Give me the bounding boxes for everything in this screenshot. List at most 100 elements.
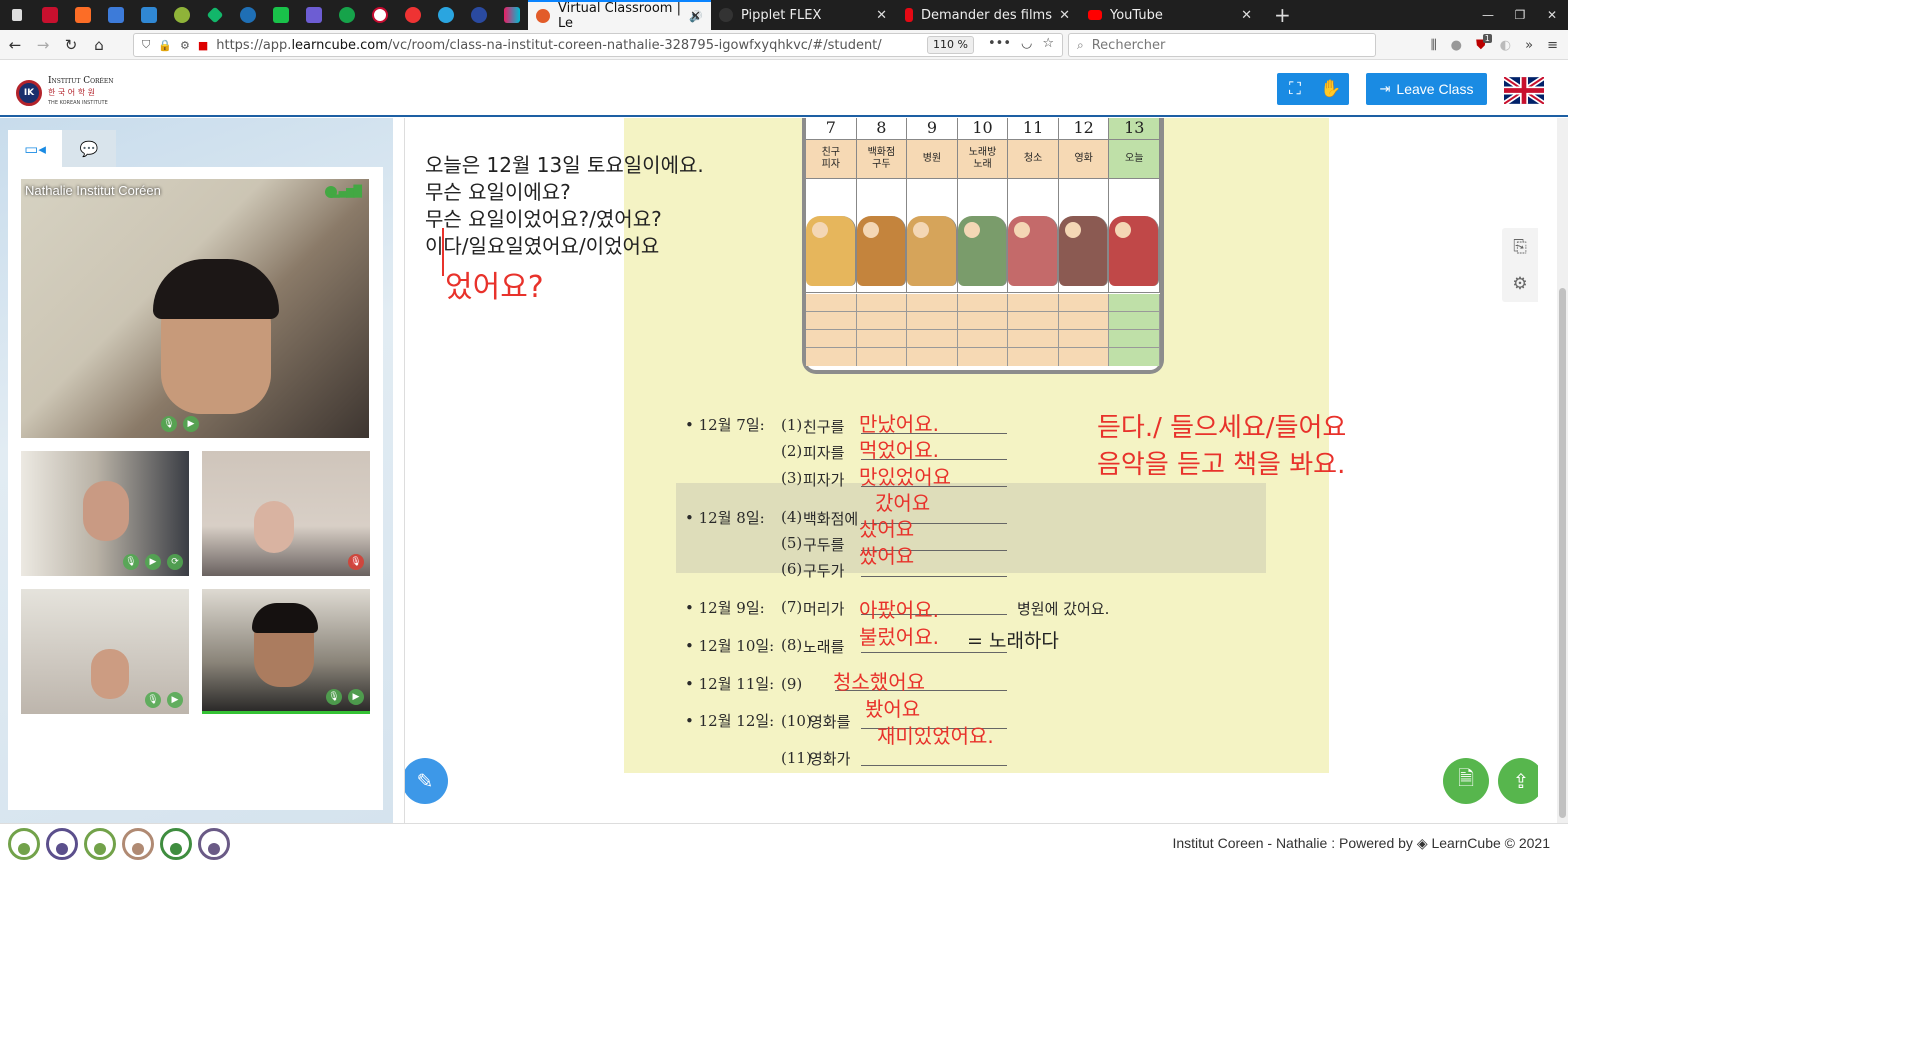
- pipplet-favicon-icon: [719, 8, 733, 22]
- ublock-icon[interactable]: ⛊ 1: [1476, 33, 1492, 53]
- character-figure: [806, 216, 856, 286]
- student-video[interactable]: 🎙▶: [202, 451, 370, 576]
- more-icon[interactable]: •••: [988, 36, 1011, 51]
- close-tab-icon[interactable]: ✕: [876, 8, 887, 23]
- page-scrollbar[interactable]: [1557, 118, 1568, 823]
- permissions-icon[interactable]: ⚙: [180, 39, 190, 52]
- participant-avatar[interactable]: [46, 828, 78, 860]
- search-box[interactable]: ⌕ Rechercher: [1068, 33, 1376, 57]
- exercise-date: • 12월 10일:: [685, 637, 775, 655]
- close-tab-icon[interactable]: ✕: [1059, 8, 1070, 23]
- microphone-icon[interactable]: 🎙: [161, 416, 177, 432]
- pinned-tab[interactable]: [396, 0, 429, 30]
- tab-netflix[interactable]: Demander des films ou d ✕: [897, 0, 1080, 30]
- pinned-tab[interactable]: [99, 0, 132, 30]
- zoom-level[interactable]: 110 %: [927, 36, 974, 54]
- student-video[interactable]: 🎙▶: [21, 589, 189, 714]
- overflow-icon[interactable]: »: [1525, 38, 1533, 53]
- leave-class-button[interactable]: ⇥ Leave Class: [1366, 73, 1487, 105]
- pinned-tab[interactable]: [462, 0, 495, 30]
- video-sidebar: ▭◂ 💬 Nathalie Institut Coréen ▂▄▆█ 🎙 ▶ 🎙…: [0, 118, 393, 823]
- signal-icon: ▂▄▆█: [331, 185, 362, 198]
- new-tab-button[interactable]: +: [1274, 3, 1291, 27]
- tab-chat[interactable]: 💬: [62, 130, 116, 167]
- participant-avatar[interactable]: [122, 828, 154, 860]
- url-bar[interactable]: ⛉ 🔒 ⚙ ■ https://app.learncube.com/vc/roo…: [133, 33, 1063, 57]
- pocket-icon[interactable]: ◡: [1021, 36, 1032, 51]
- copy-page-icon[interactable]: ⎘: [1502, 228, 1538, 265]
- student-video[interactable]: 🎙▶: [202, 589, 370, 714]
- teacher-video[interactable]: Nathalie Institut Coréen ▂▄▆█ 🎙 ▶: [21, 179, 369, 438]
- camera-icon[interactable]: ▶: [348, 689, 364, 705]
- microphone-icon[interactable]: 🎙: [123, 554, 139, 570]
- pinned-tab[interactable]: [495, 0, 528, 30]
- restore-icon[interactable]: ❐: [1504, 8, 1536, 22]
- camera-icon[interactable]: ■: [198, 39, 208, 52]
- exercise-word: 친구를: [803, 418, 845, 436]
- pinned-tab[interactable]: [165, 0, 198, 30]
- bookmark-star-icon[interactable]: ☆: [1042, 36, 1054, 51]
- pinned-tab[interactable]: [363, 0, 396, 30]
- calendar-pictures: [806, 178, 1161, 293]
- raise-hand-icon[interactable]: ✋: [1313, 73, 1349, 105]
- reload-icon[interactable]: ↻: [58, 32, 84, 58]
- forward-icon[interactable]: →: [30, 32, 56, 58]
- student-face: [91, 649, 129, 699]
- camera-icon[interactable]: ▶: [183, 416, 199, 432]
- uk-flag-icon[interactable]: [1504, 77, 1544, 104]
- upload-button[interactable]: ⇪: [1498, 758, 1538, 804]
- note-line: 무슨 요일이었어요?/였어요?: [425, 207, 662, 231]
- pinned-tab[interactable]: [132, 0, 165, 30]
- student-media-icons: 🎙▶: [348, 554, 364, 570]
- microphone-muted-icon[interactable]: 🎙: [348, 554, 364, 570]
- answer-text: 맛있었어요: [859, 465, 951, 489]
- extension-icon[interactable]: ◐: [1500, 38, 1511, 53]
- screen-share-icon[interactable]: ⟳: [167, 554, 183, 570]
- participant-avatar[interactable]: [198, 828, 230, 860]
- microphone-icon[interactable]: 🎙: [145, 692, 161, 708]
- participant-avatar[interactable]: [8, 828, 40, 860]
- pinned-tab[interactable]: [0, 0, 33, 30]
- home-icon[interactable]: ⌂: [86, 32, 112, 58]
- add-document-button[interactable]: 🗎: [1443, 758, 1489, 804]
- menu-icon[interactable]: ≡: [1547, 38, 1558, 53]
- exercise-word: 머리가: [803, 600, 845, 618]
- close-tab-icon[interactable]: ✕: [1241, 8, 1252, 23]
- camera-icon[interactable]: ▶: [167, 692, 183, 708]
- microphone-icon[interactable]: 🎙: [326, 689, 342, 705]
- student-video[interactable]: 🎙 ▶ ⟳: [21, 451, 189, 576]
- close-tab-icon[interactable]: ✕: [690, 9, 701, 24]
- tab-video[interactable]: ▭◂: [8, 130, 62, 167]
- pinned-tab[interactable]: [429, 0, 462, 30]
- minimize-icon[interactable]: —: [1472, 8, 1504, 22]
- pinned-tab[interactable]: [231, 0, 264, 30]
- pinned-tab[interactable]: [33, 0, 66, 30]
- back-icon[interactable]: ←: [2, 32, 28, 58]
- fullscreen-icon[interactable]: ⛶: [1277, 73, 1313, 105]
- pinned-tab[interactable]: [330, 0, 363, 30]
- camera-icon[interactable]: ▶: [145, 554, 161, 570]
- pinned-tab[interactable]: [198, 0, 231, 30]
- draw-tool-button[interactable]: ✎: [405, 758, 448, 804]
- tab-virtual-classroom[interactable]: Virtual Classroom | Le 🔊 ✕: [528, 0, 711, 31]
- participant-avatar[interactable]: [160, 828, 192, 860]
- scrollbar-thumb[interactable]: [1559, 288, 1566, 818]
- whiteboard[interactable]: 7 8 9 10 11 12 13 친구 피자 백화점 구두 병원 노래방 노래…: [404, 118, 1538, 823]
- exercise-word: 노래를: [803, 638, 845, 656]
- tab-pipplet[interactable]: Pipplet FLEX ✕: [711, 0, 897, 30]
- lock-icon[interactable]: 🔒: [158, 39, 172, 52]
- pinned-tab[interactable]: [66, 0, 99, 30]
- calendar-empty-rows: [806, 294, 1161, 366]
- close-window-icon[interactable]: ✕: [1536, 8, 1568, 22]
- shield-icon[interactable]: ⛉: [142, 38, 150, 52]
- pinned-tab[interactable]: [297, 0, 330, 30]
- character-figure: [957, 216, 1008, 286]
- settings-gear-icon[interactable]: ⚙: [1502, 265, 1538, 302]
- extension-icon[interactable]: ●: [1451, 38, 1462, 53]
- participant-avatar[interactable]: [84, 828, 116, 860]
- library-icon[interactable]: ⫼: [1431, 38, 1437, 53]
- tab-youtube[interactable]: YouTube ✕: [1080, 0, 1262, 30]
- pinned-tab[interactable]: [264, 0, 297, 30]
- user-icon: [94, 843, 106, 855]
- powered-by: Institut Coreen - Nathalie : Powered by …: [1172, 835, 1550, 852]
